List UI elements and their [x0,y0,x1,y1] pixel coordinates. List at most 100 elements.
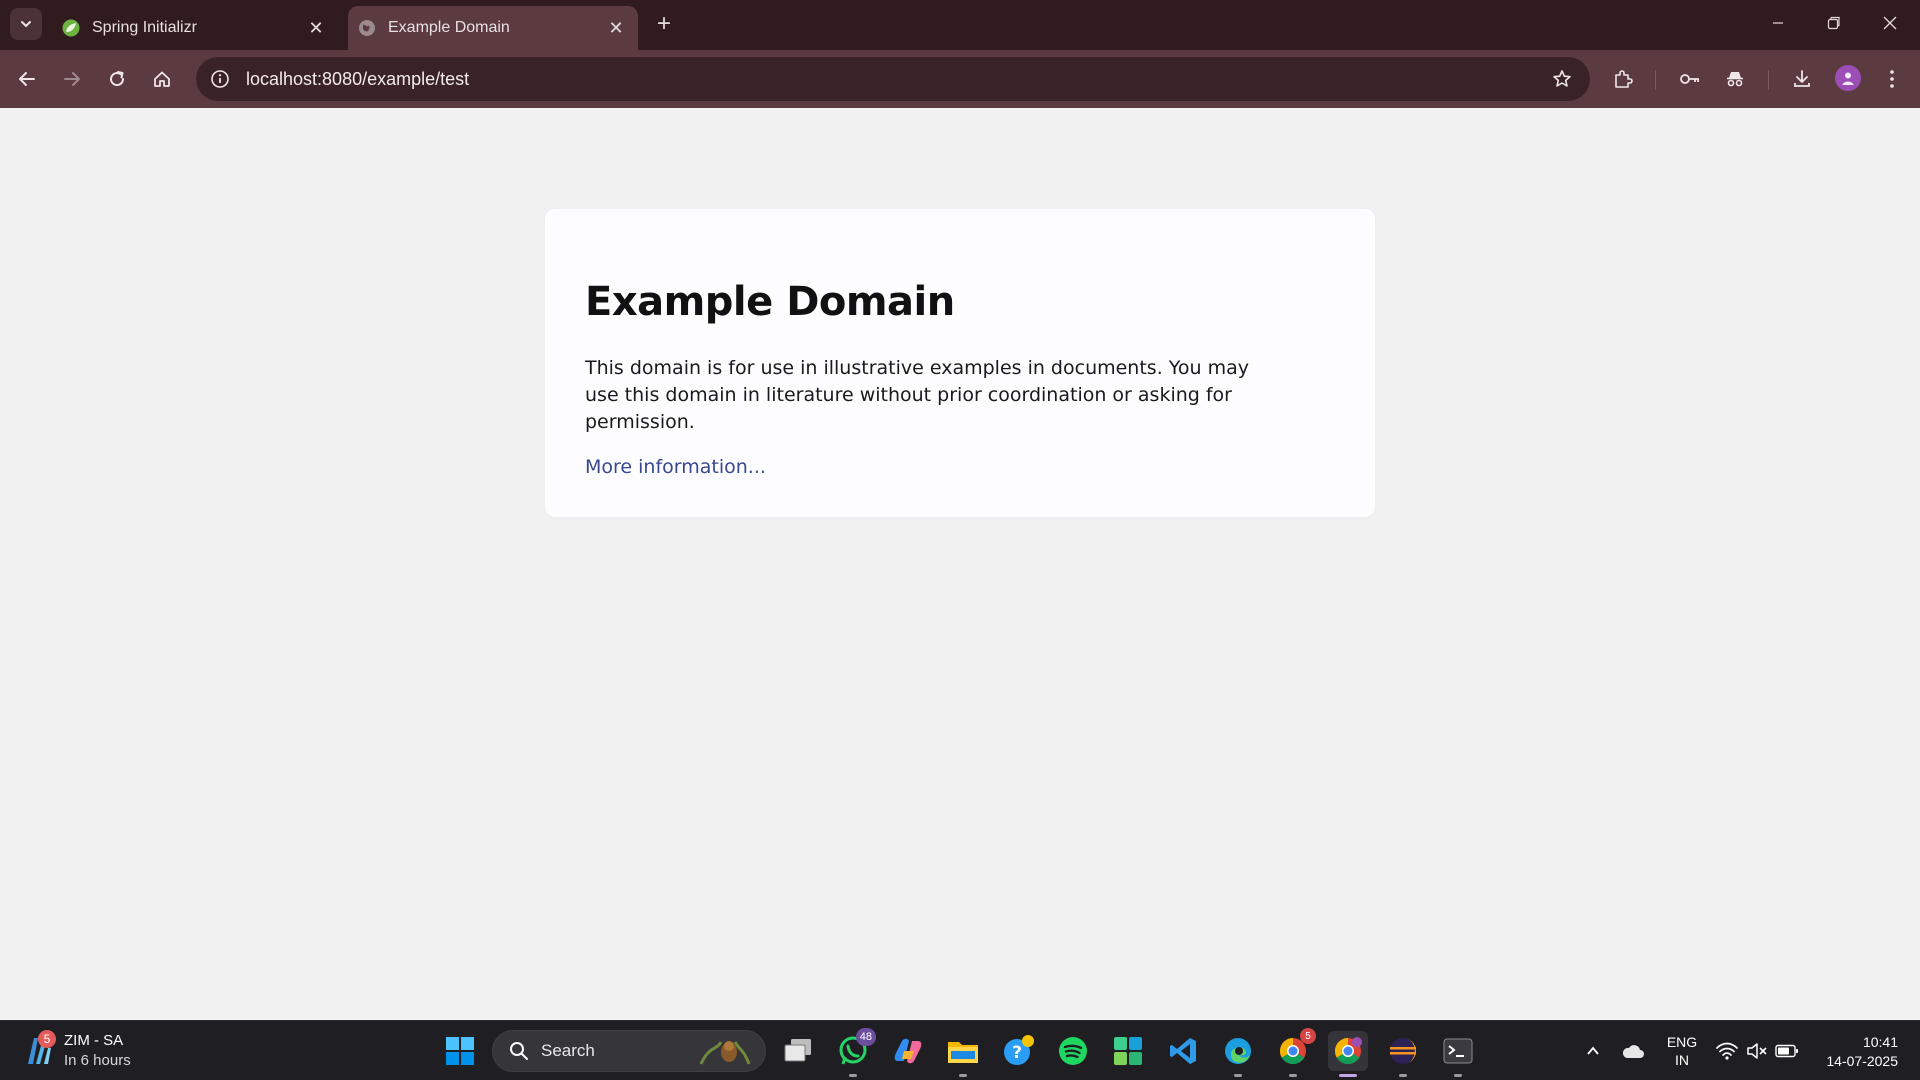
file-explorer-app[interactable] [943,1031,983,1077]
forward-button[interactable] [54,61,90,97]
incognito-button[interactable] [1717,61,1753,97]
chrome-app-active[interactable] [1328,1031,1368,1077]
system-clock[interactable]: 10:41 14-07-2025 [1810,1033,1898,1071]
edge-app[interactable] [1218,1031,1258,1077]
running-indicator [1289,1074,1297,1077]
show-hidden-icons-button[interactable] [1578,1021,1608,1080]
url-text[interactable]: localhost:8080/example/test [246,69,1542,90]
minimize-icon [1773,22,1783,24]
password-manager-button[interactable] [1672,61,1708,97]
content-card: Example Domain This domain is for use in… [545,209,1375,517]
running-indicator [1454,1074,1462,1077]
back-button[interactable] [9,61,45,97]
running-indicator [1339,1074,1357,1077]
chrome-icon [1334,1037,1362,1065]
vscode-app[interactable] [1163,1031,1203,1071]
tab-example-domain[interactable]: Example Domain ✕ [348,6,638,50]
incognito-icon [1727,72,1743,87]
taskbar-search[interactable]: Search [492,1030,766,1072]
reload-icon [110,71,125,87]
key-icon [1680,74,1699,84]
tab-title: Example Domain [388,19,510,36]
profile-avatar[interactable] [1835,65,1861,91]
running-indicator [1234,1074,1242,1077]
eclipse-app[interactable] [1383,1031,1423,1077]
terminal-app[interactable] [1438,1031,1478,1077]
task-view-icon [784,1039,811,1062]
vscode-icon [1170,1038,1196,1064]
puzzle-icon [1615,70,1633,88]
downloads-button[interactable] [1784,61,1820,97]
home-icon [154,71,170,87]
clock-time: 10:41 [1862,1034,1898,1050]
extensions-button[interactable] [1605,61,1641,97]
volume-muted-icon [1747,1043,1767,1059]
folder-icon [948,1042,978,1063]
tab-spring-initializr[interactable]: Spring Initializr ✕ [56,6,338,50]
more-vertical-icon [1890,70,1894,88]
browser-toolbar: localhost:8080/example/test [0,50,1920,108]
sports-icon: 5 [24,1030,58,1068]
battery-icon [1775,1044,1798,1058]
page-description: This domain is for use in illustrative e… [585,357,1249,433]
close-tab-icon[interactable]: ✕ [604,16,628,40]
teams-app[interactable] [1108,1031,1148,1071]
tab-search-button[interactable] [10,8,42,40]
taskbar: 5 ZIM - SA In 6 hours Search 48 ? 5 ENG … [0,1020,1920,1080]
chevron-down-icon [21,21,31,28]
language-code: ENG [1666,1034,1698,1050]
edge-icon [1225,1038,1251,1064]
spotify-icon [1059,1037,1087,1065]
running-indicator [959,1074,967,1077]
running-indicator [1399,1074,1407,1077]
help-icon: ? [1004,1035,1034,1065]
widget-subtitle: In 6 hours [64,1052,131,1069]
battery-tray[interactable] [1774,1021,1800,1080]
volume-tray[interactable] [1744,1021,1770,1080]
reload-button[interactable] [99,61,135,97]
tab-strip: Spring Initializr ✕ Example Domain ✕ + [0,0,1920,50]
running-indicator [849,1074,857,1077]
site-info-icon[interactable] [200,59,240,99]
chrome-profile-app[interactable]: 5 [1273,1028,1316,1077]
download-icon [1794,70,1810,87]
close-tab-icon[interactable]: ✕ [304,16,328,40]
spring-favicon-icon [62,19,80,37]
network-tray[interactable] [1714,1021,1740,1080]
new-tab-button[interactable]: + [650,10,678,38]
language-region: IN [1675,1052,1689,1068]
get-help-app[interactable]: ? [998,1031,1038,1071]
more-information-link[interactable]: More information... [585,456,766,478]
toolbar-separator [1768,70,1769,90]
onedrive-tray[interactable] [1616,1021,1650,1080]
clock-date: 14-07-2025 [1826,1053,1898,1069]
restore-icon [1827,16,1840,30]
address-bar[interactable]: localhost:8080/example/test [196,57,1590,101]
task-view-button[interactable] [778,1031,818,1071]
close-window-button[interactable] [1862,0,1918,46]
arrow-right-icon [64,72,80,86]
arrow-left-icon [19,72,35,86]
search-highlight-icon [699,1036,759,1066]
minimize-button[interactable] [1750,0,1806,46]
menu-button[interactable] [1874,61,1910,97]
cloud-icon [1622,1045,1644,1058]
weather-badge: 5 [38,1030,56,1048]
copilot-icon [894,1038,922,1064]
search-placeholder: Search [541,1041,595,1060]
bookmark-star-icon[interactable] [1542,59,1582,99]
copilot-app[interactable] [888,1031,928,1071]
chevron-up-icon [1587,1046,1599,1055]
start-button[interactable] [440,1031,480,1071]
terminal-icon [1443,1038,1473,1064]
tab-title: Spring Initializr [92,19,197,36]
whatsapp-app[interactable]: 48 [833,1028,876,1077]
weather-widget[interactable]: 5 ZIM - SA In 6 hours [24,1029,131,1073]
search-icon [509,1041,529,1061]
restore-button[interactable] [1806,0,1862,46]
home-button[interactable] [144,61,180,97]
chrome-badge: 5 [1300,1028,1316,1044]
language-indicator[interactable]: ENG IN [1662,1033,1702,1069]
page-title: Example Domain [585,279,955,325]
spotify-app[interactable] [1053,1031,1093,1071]
